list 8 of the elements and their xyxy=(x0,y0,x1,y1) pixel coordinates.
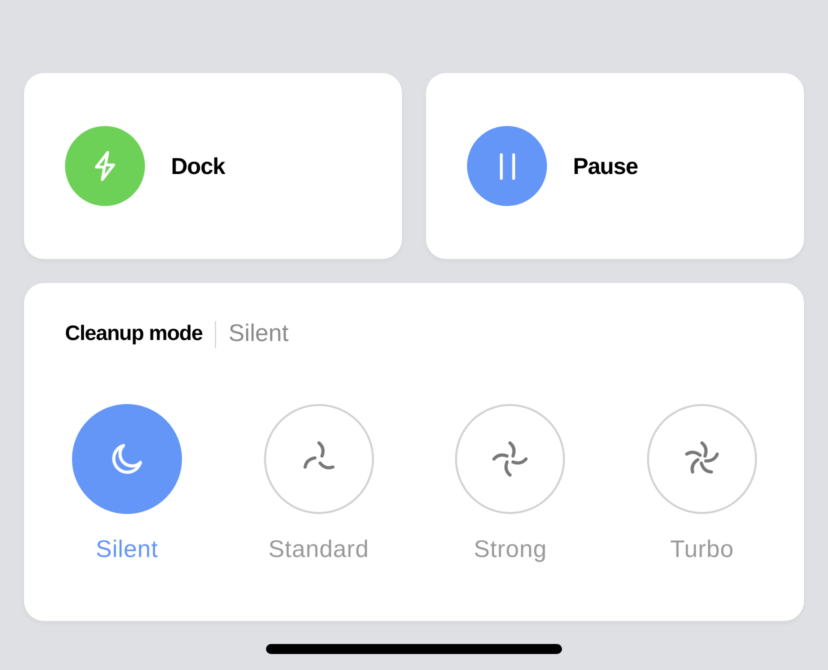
current-mode-text: Silent xyxy=(228,320,289,348)
mode-option[interactable]: Turbo xyxy=(646,404,757,565)
mode-option[interactable]: Strong xyxy=(455,404,566,565)
pause-button[interactable]: Pause xyxy=(426,73,804,259)
mode-option[interactable]: Silent xyxy=(72,404,182,565)
mode-option[interactable]: Standard xyxy=(264,404,374,565)
dock-button[interactable]: Dock xyxy=(24,73,402,259)
cleanup-mode-title: Cleanup mode xyxy=(65,321,202,347)
